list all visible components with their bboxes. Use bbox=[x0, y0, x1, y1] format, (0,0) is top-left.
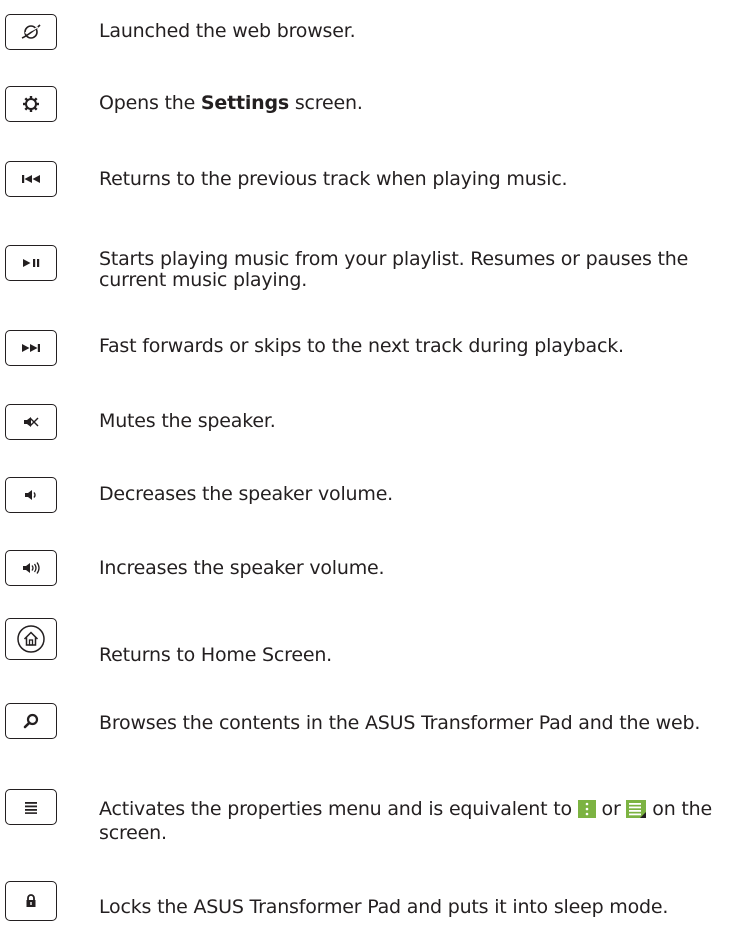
home-description: Returns to Home Screen. bbox=[99, 644, 333, 666]
browser-key bbox=[5, 14, 57, 50]
menu-text-mid: or bbox=[595, 798, 627, 820]
play-pause-key bbox=[5, 245, 57, 281]
settings-description: Opens the Settings screen. bbox=[99, 93, 750, 114]
lock-description: Locks the ASUS Transformer Pad and puts … bbox=[99, 896, 669, 918]
volume-up-description: Increases the speaker volume. bbox=[99, 557, 385, 579]
play-pause-description: Starts playing music from your playlist.… bbox=[99, 248, 689, 291]
search-description: Browses the contents in the ASUS Transfo… bbox=[99, 712, 701, 734]
settings-gear-icon bbox=[23, 96, 39, 112]
volume-down-description: Decreases the speaker volume. bbox=[99, 483, 394, 505]
mute-icon bbox=[24, 417, 39, 427]
lock-key bbox=[5, 881, 57, 921]
mute-description: Mutes the speaker. bbox=[99, 410, 276, 432]
previous-track-key bbox=[5, 161, 57, 197]
next-track-description: Fast forwards or skips to the next track… bbox=[99, 335, 624, 357]
next-track-icon bbox=[22, 344, 40, 352]
legacy-menu-icon bbox=[626, 800, 647, 823]
browser-icon bbox=[21, 24, 41, 39]
home-key bbox=[5, 618, 57, 660]
mute-key bbox=[5, 404, 57, 440]
previous-track-icon bbox=[22, 175, 40, 183]
volume-down-key bbox=[5, 477, 57, 513]
overflow-menu-icon bbox=[577, 800, 596, 823]
settings-text-bold: Settings bbox=[200, 92, 290, 114]
volume-down-icon bbox=[25, 490, 36, 500]
settings-text-after: screen. bbox=[289, 92, 363, 114]
search-key bbox=[5, 703, 57, 739]
browser-description: Launched the web browser. bbox=[99, 20, 356, 42]
play-pause-icon bbox=[23, 259, 40, 267]
menu-key bbox=[5, 789, 57, 825]
lock-icon bbox=[26, 894, 36, 907]
volume-up-icon bbox=[23, 562, 40, 574]
menu-description: Activates the properties menu and is equ… bbox=[99, 799, 750, 844]
next-track-key bbox=[5, 330, 57, 366]
home-icon bbox=[17, 625, 45, 653]
menu-icon bbox=[25, 802, 37, 814]
previous-track-description: Returns to the previous track when playi… bbox=[99, 168, 568, 190]
volume-up-key bbox=[5, 550, 57, 586]
search-icon bbox=[23, 713, 39, 729]
settings-key bbox=[5, 86, 57, 122]
menu-text-before: Activates the properties menu and is equ… bbox=[99, 798, 578, 820]
settings-text-before: Opens the bbox=[99, 92, 201, 114]
